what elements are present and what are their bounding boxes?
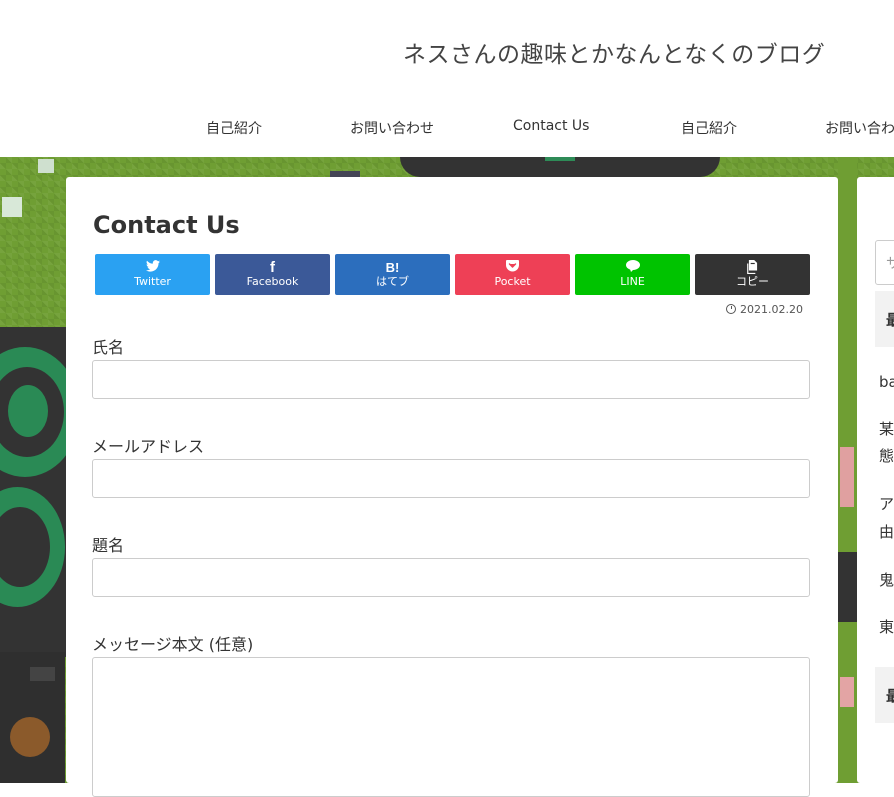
nav-item-inquiry-2[interactable]: お問い合わ (825, 118, 894, 138)
sidebar-post-link[interactable]: 態 (879, 445, 894, 467)
widget-heading-text: 最 (886, 687, 894, 705)
share-pocket-button[interactable]: Pocket (455, 254, 570, 295)
contact-card: Contact Us Twitter f Facebook B! はてブ Poc… (66, 177, 838, 797)
nav-item-profile-2[interactable]: 自己紹介 (681, 118, 737, 138)
sidebar-post-link[interactable]: ba (879, 371, 894, 393)
share-line-button[interactable]: LINE (575, 254, 690, 295)
share-twitter-button[interactable]: Twitter (95, 254, 210, 295)
share-pocket-label: Pocket (494, 275, 531, 288)
sidebar-post-link[interactable]: ア (879, 493, 894, 515)
subject-field[interactable] (92, 558, 810, 597)
nav-item-profile[interactable]: 自己紹介 (206, 118, 262, 138)
search-placeholder: サ (886, 256, 894, 272)
line-icon (575, 260, 690, 275)
post-date: 2021.02.20 (726, 303, 803, 316)
share-facebook-button[interactable]: f Facebook (215, 254, 330, 295)
site-header: ネスさんの趣味とかなんとなくのブログ 自己紹介 お問い合わせ Contact U… (0, 0, 894, 157)
share-copy-button[interactable]: コピー (695, 254, 810, 295)
sidebar: サ 最 ba 某 態 ア 由 鬼 東 最 (857, 177, 894, 783)
share-twitter-label: Twitter (134, 275, 171, 288)
sidebar-post-link[interactable]: 某 (879, 418, 894, 440)
sidebar-post-link[interactable]: 由 (879, 521, 894, 543)
share-copy-label: コピー (736, 275, 769, 288)
share-buttons: Twitter f Facebook B! はてブ Pocket LINE コピ… (95, 254, 811, 295)
facebook-f-icon: f (270, 259, 275, 276)
widget-heading-recent: 最 (875, 291, 894, 347)
post-date-text: 2021.02.20 (740, 303, 803, 316)
share-hatena-label: はてブ (376, 275, 409, 288)
global-nav: 自己紹介 お問い合わせ Contact Us 自己紹介 お問い合わ (0, 118, 894, 140)
sidebar-search-input[interactable]: サ (875, 240, 894, 285)
twitter-bird-icon (95, 260, 210, 275)
pocket-icon (455, 260, 570, 275)
page-title: Contact Us (93, 211, 240, 239)
message-label: メッセージ本文 (任意) (92, 635, 254, 654)
hatena-b-icon: B! (385, 260, 400, 275)
subject-label: 題名 (92, 536, 125, 555)
site-title[interactable]: ネスさんの趣味とかなんとなくのブログ (403, 35, 825, 69)
nav-item-contact-us[interactable]: Contact Us (513, 118, 589, 134)
share-facebook-label: Facebook (246, 275, 299, 288)
sidebar-post-link[interactable]: 東 (879, 616, 894, 638)
nav-item-inquiry[interactable]: お問い合わせ (350, 118, 434, 138)
widget-heading-recent-comments: 最 (875, 667, 894, 723)
widget-heading-text: 最 (886, 311, 894, 329)
share-hatena-button[interactable]: B! はてブ (335, 254, 450, 295)
message-textarea[interactable] (92, 657, 810, 797)
sidebar-post-link[interactable]: 鬼 (879, 569, 894, 591)
name-field[interactable] (92, 360, 810, 399)
name-label: 氏名 (92, 338, 125, 357)
email-field[interactable] (92, 459, 810, 498)
copy-icon (695, 260, 810, 275)
share-line-label: LINE (620, 275, 645, 288)
clock-icon (726, 304, 737, 314)
email-label: メールアドレス (92, 437, 205, 456)
